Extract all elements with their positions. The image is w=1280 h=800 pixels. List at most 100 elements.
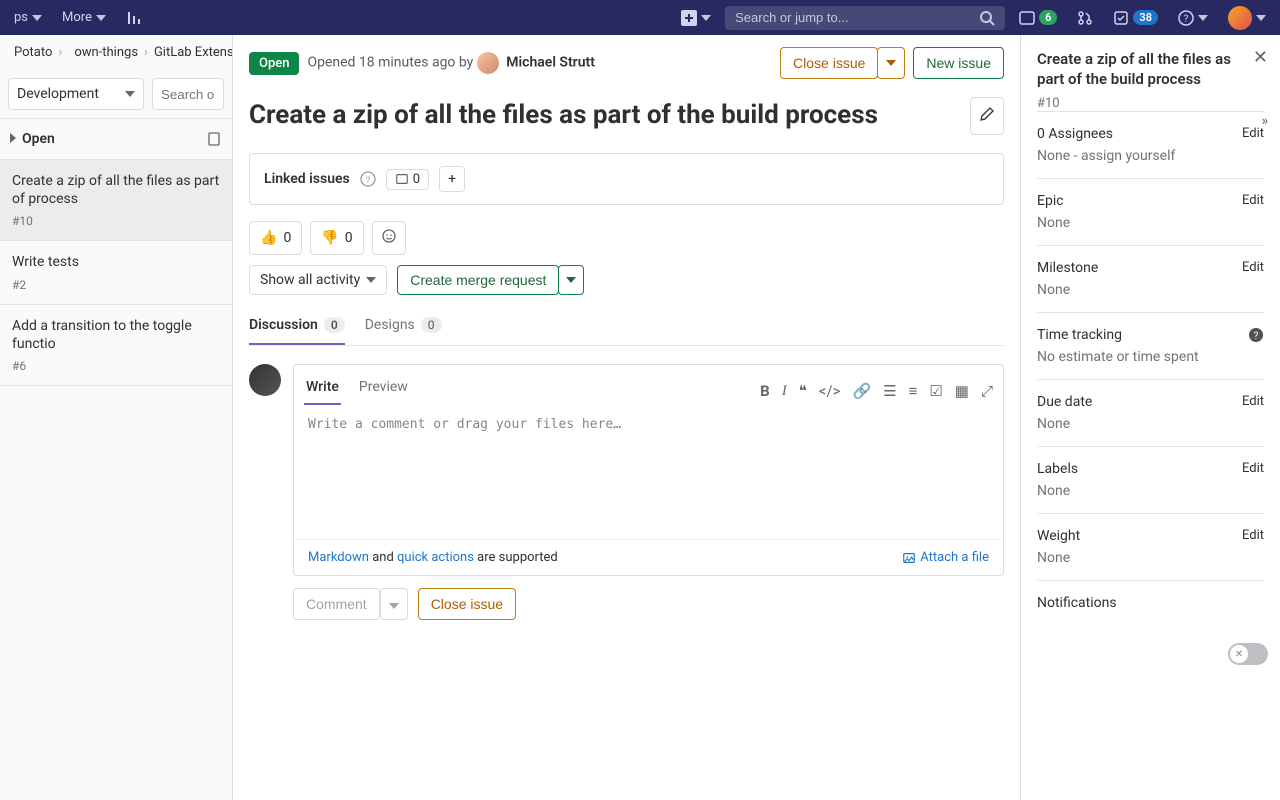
activity-filter-dropdown[interactable]: Show all activity: [249, 265, 387, 295]
issue-card[interactable]: Create a zip of all the files as part of…: [0, 160, 232, 241]
svg-text:?: ?: [1184, 14, 1189, 25]
notifications-toggle[interactable]: ✕: [1228, 643, 1268, 665]
svg-text:?: ?: [366, 176, 370, 186]
editor-toolbar: B I ❝ </> 🔗 ☰ ≡ ☑ ▦ ⤢: [760, 371, 993, 405]
tab-designs[interactable]: Designs0: [365, 307, 442, 345]
author-link[interactable]: Michael Strutt: [506, 55, 595, 71]
close-icon[interactable]: ✕: [1253, 47, 1268, 68]
close-issue-dropdown[interactable]: [877, 47, 905, 79]
user-menu[interactable]: [1222, 2, 1272, 34]
labels-value: None: [1037, 483, 1264, 499]
todos-shortcut[interactable]: 38: [1107, 6, 1164, 30]
status-badge: Open: [249, 52, 299, 75]
linked-count: 0: [386, 169, 429, 190]
due-date-label: Due date: [1037, 394, 1092, 410]
bullet-list-icon[interactable]: ☰: [883, 382, 896, 400]
quote-icon[interactable]: ❝: [799, 382, 807, 400]
create-merge-request-button[interactable]: Create merge request: [397, 265, 559, 295]
discussion-tabs: Discussion0 Designs0: [249, 307, 1004, 346]
editor-tab-preview[interactable]: Preview: [357, 371, 410, 405]
weight-value: None: [1037, 550, 1264, 566]
global-search[interactable]: [725, 6, 1005, 30]
milestone-label: Milestone: [1037, 260, 1098, 276]
issue-detail: Open Opened 18 minutes ago by Michael St…: [233, 35, 1020, 800]
task-list-icon[interactable]: ☑: [929, 382, 942, 400]
issue-sidebar: ✕ Create a zip of all the files as part …: [1020, 35, 1280, 800]
edit-title-button[interactable]: [970, 97, 1004, 135]
issue-card[interactable]: Write tests #2: [0, 241, 232, 304]
nav-item-more[interactable]: More: [56, 6, 112, 29]
notifications-label: Notifications: [1037, 595, 1117, 611]
pencil-icon: [979, 106, 995, 122]
bold-icon[interactable]: B: [760, 382, 770, 400]
issue-card-number: #10: [12, 214, 220, 228]
top-navbar: ps More 6 38 ?: [0, 0, 1280, 35]
edit-epic[interactable]: Edit: [1242, 193, 1264, 208]
list-section-open[interactable]: Open: [0, 118, 232, 160]
milestone-value: None: [1037, 282, 1264, 298]
avatar: [249, 364, 281, 396]
search-input[interactable]: [735, 10, 979, 25]
nav-item-ps[interactable]: ps: [8, 6, 48, 29]
editor-tab-write[interactable]: Write: [304, 371, 341, 405]
clipboard-icon[interactable]: [206, 131, 222, 147]
issue-card-number: #6: [12, 359, 220, 373]
new-issue-button[interactable]: New issue: [913, 47, 1004, 79]
comment-textarea[interactable]: [294, 405, 1003, 535]
issue-card-title: Add a transition to the toggle functio: [12, 317, 220, 353]
avatar: [1228, 6, 1252, 30]
assignees-value[interactable]: None - assign yourself: [1037, 148, 1264, 164]
breadcrumb: Potato › own-things › GitLab Extensio: [0, 35, 232, 70]
chevron-right-icon: [10, 133, 16, 143]
sidebar-issue-id: #10: [1037, 96, 1264, 111]
add-linked-issue-button[interactable]: +: [439, 166, 465, 192]
close-issue-button-bottom[interactable]: Close issue: [418, 588, 516, 620]
linked-issues-section: Linked issues ? 0 +: [249, 153, 1004, 205]
markdown-link[interactable]: Markdown: [308, 550, 369, 565]
quick-actions-link[interactable]: quick actions: [397, 550, 474, 565]
board-select[interactable]: Development: [8, 78, 144, 110]
fullscreen-icon[interactable]: ⤢: [981, 382, 993, 400]
create-mr-dropdown[interactable]: [558, 265, 584, 295]
chevron-right-icon[interactable]: »: [1261, 113, 1268, 129]
crumb-group[interactable]: Potato: [14, 45, 52, 60]
merge-requests-shortcut[interactable]: [1071, 6, 1099, 30]
edit-weight[interactable]: Edit: [1242, 528, 1264, 543]
add-reaction-button[interactable]: [372, 221, 406, 255]
weight-label: Weight: [1037, 528, 1080, 544]
help-icon[interactable]: ?: [360, 171, 376, 187]
issues-shortcut[interactable]: 6: [1013, 6, 1063, 30]
comment-dropdown: [380, 588, 408, 620]
edit-milestone[interactable]: Edit: [1242, 260, 1264, 275]
edit-due-date[interactable]: Edit: [1242, 394, 1264, 409]
italic-icon[interactable]: I: [782, 383, 787, 400]
issue-card[interactable]: Add a transition to the toggle functio #…: [0, 305, 232, 386]
code-icon[interactable]: </>: [819, 382, 841, 400]
tab-discussion[interactable]: Discussion0: [249, 307, 345, 345]
time-tracking-value: No estimate or time spent: [1037, 349, 1264, 365]
analytics-icon[interactable]: [120, 6, 148, 30]
edit-labels[interactable]: Edit: [1242, 461, 1264, 476]
help-icon[interactable]: ?: [1248, 327, 1264, 343]
opened-meta: Opened 18 minutes ago by Michael Strutt: [307, 52, 594, 74]
avatar: [477, 52, 499, 74]
due-date-value: None: [1037, 416, 1264, 432]
issue-card-title: Create a zip of all the files as part of…: [12, 172, 220, 208]
attach-file-button[interactable]: Attach a file: [902, 550, 989, 565]
table-icon[interactable]: ▦: [955, 382, 969, 400]
smile-icon: [381, 228, 397, 244]
numbered-list-icon[interactable]: ≡: [909, 382, 918, 400]
plus-dropdown[interactable]: [675, 6, 717, 30]
link-icon[interactable]: 🔗: [852, 382, 871, 400]
help-dropdown[interactable]: ?: [1172, 6, 1214, 30]
crumb-subgroup[interactable]: own-things: [74, 45, 138, 60]
comment-editor: Write Preview B I ❝ </> 🔗 ☰ ≡ ☑ ▦: [293, 364, 1004, 576]
issue-filter-input[interactable]: [152, 78, 224, 110]
close-issue-button[interactable]: Close issue: [780, 47, 878, 79]
crumb-project[interactable]: GitLab Extensio: [154, 45, 232, 60]
thumbs-down-button[interactable]: 👎 0: [310, 221, 363, 255]
assignees-label: 0 Assignees: [1037, 126, 1113, 142]
thumbs-up-button[interactable]: 👍 0: [249, 221, 302, 255]
epic-value: None: [1037, 215, 1264, 231]
search-icon: [979, 10, 995, 26]
